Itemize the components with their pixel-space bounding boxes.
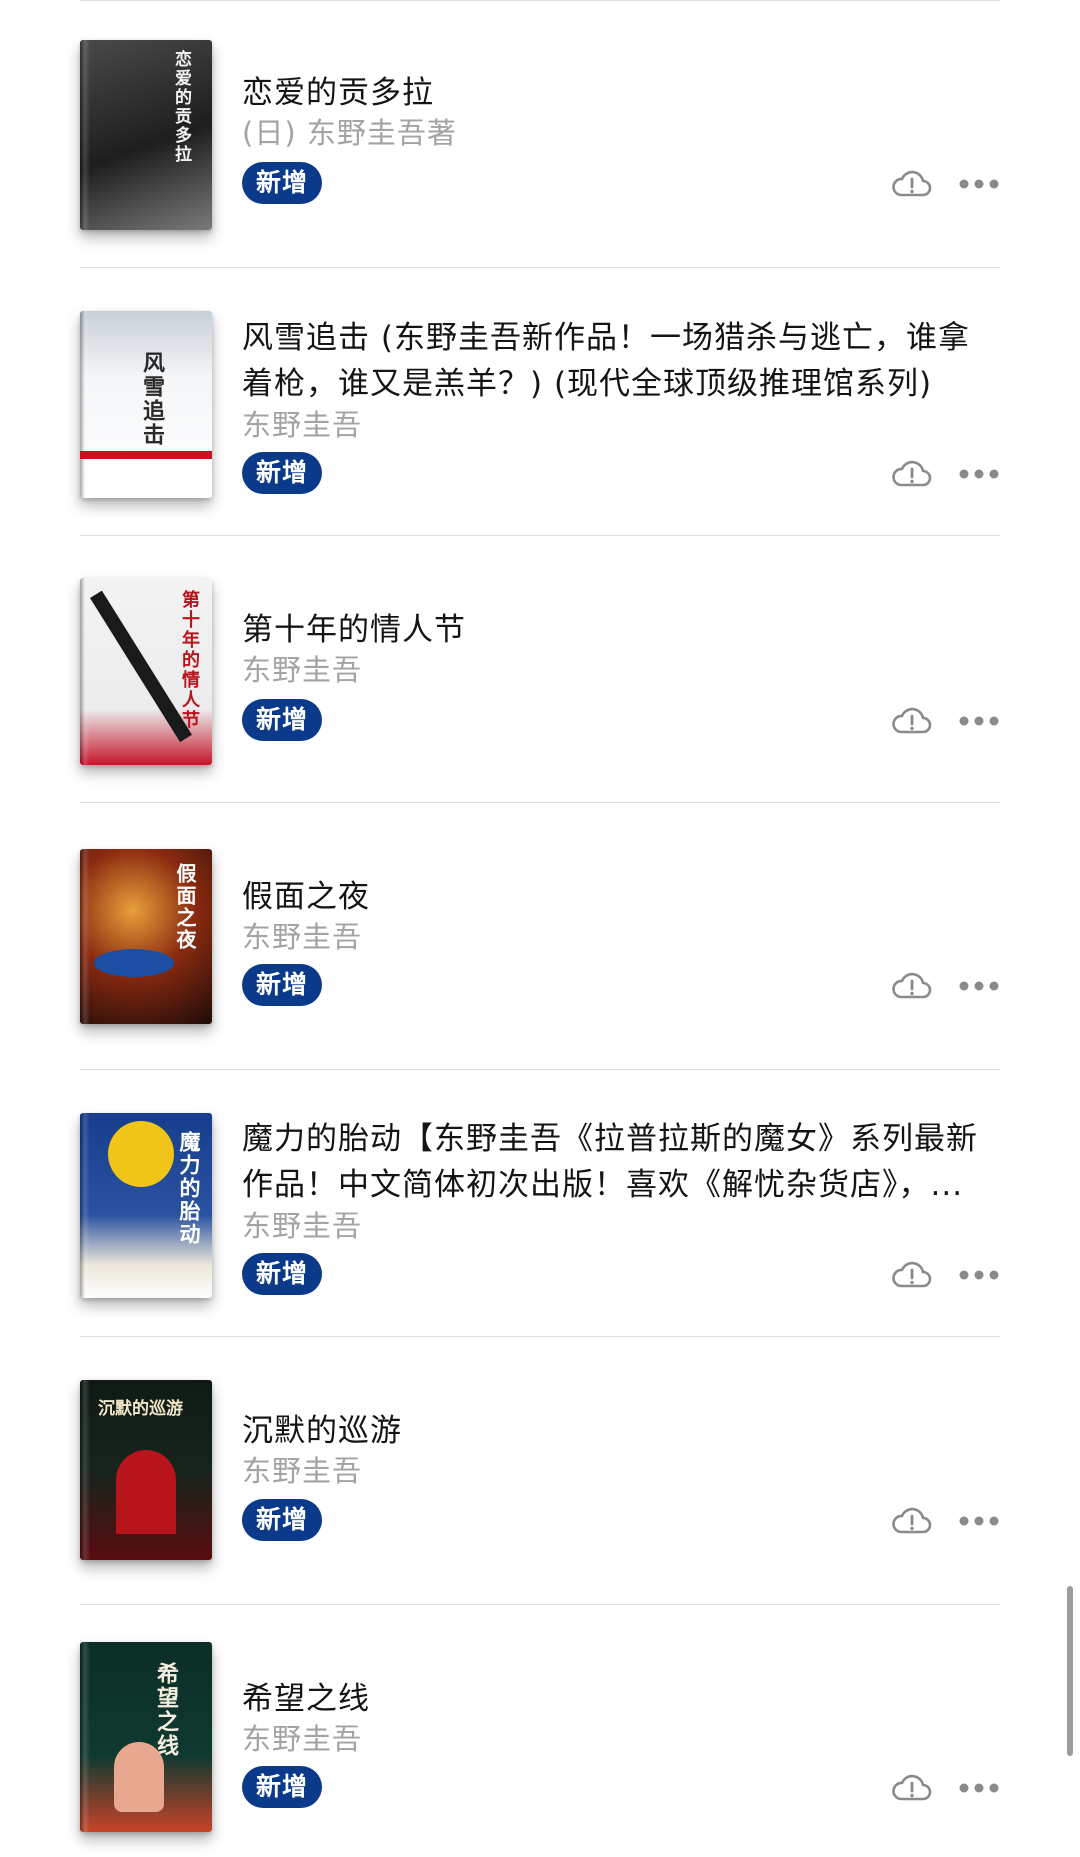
more-icon[interactable] xyxy=(958,466,1000,482)
cloud-alert-icon[interactable] xyxy=(890,1505,934,1537)
book-title: 魔力的胎动【东野圭吾《拉普拉斯的魔女》系列最新作品！中文简体初次出版！喜欢《解忧… xyxy=(242,1121,978,1203)
cover-spine xyxy=(80,849,90,1024)
more-icon[interactable] xyxy=(958,978,1000,994)
divider xyxy=(80,267,1000,268)
divider xyxy=(80,1336,1000,1337)
cover-spine xyxy=(80,578,90,765)
list-item[interactable]: 恋爱的贡多拉 恋爱的贡多拉 (日) 东野圭吾著 新增 xyxy=(80,0,1000,267)
book-title: 希望之线 xyxy=(242,1681,370,1717)
cover-spine xyxy=(80,1642,90,1832)
cover-title: 沉默的巡游 xyxy=(98,1399,183,1419)
new-badge: 新增 xyxy=(242,1766,323,1808)
book-title: 风雪追击 (东野圭吾新作品！一场猎杀与逃亡，谁拿着枪，谁又是羔羊？) (现代全球… xyxy=(242,320,970,402)
book-author: 东野圭吾 xyxy=(242,1722,363,1756)
list-item[interactable]: 魔力的胎动 魔力的胎动【东野圭吾《拉普拉斯的魔女》系列最新作品！中文简体初次出版… xyxy=(80,1069,1000,1336)
book-cover[interactable]: 第十年的情人节 xyxy=(80,578,212,765)
more-icon[interactable] xyxy=(958,1780,1000,1796)
new-badge: 新增 xyxy=(242,1253,323,1295)
list-item[interactable]: 风雪追击 风雪追击 (东野圭吾新作品！一场猎杀与逃亡，谁拿着枪，谁又是羔羊？) … xyxy=(80,267,1000,535)
book-author: (日) 东野圭吾著 xyxy=(242,116,457,150)
list-item[interactable]: 第十年的情人节 第十年的情人节 东野圭吾 新增 xyxy=(80,535,1000,802)
cloud-alert-icon[interactable] xyxy=(890,168,934,200)
more-icon[interactable] xyxy=(958,1513,1000,1529)
new-badge: 新增 xyxy=(242,964,323,1006)
cover-mask xyxy=(94,949,174,977)
book-author: 东野圭吾 xyxy=(242,653,363,687)
list-item[interactable]: 沉默的巡游 沉默的巡游 东野圭吾 新增 xyxy=(80,1336,1000,1604)
cloud-alert-icon[interactable] xyxy=(890,1772,934,1804)
scrollbar[interactable] xyxy=(1067,1586,1073,1756)
cloud-alert-icon[interactable] xyxy=(890,970,934,1002)
cover-title: 风雪追击 xyxy=(139,351,165,447)
book-cover[interactable]: 风雪追击 xyxy=(80,311,212,498)
list-item[interactable]: 假面之夜 假面之夜 东野圭吾 新增 xyxy=(80,802,1000,1069)
book-title: 假面之夜 xyxy=(242,879,370,915)
cover-spine xyxy=(80,311,90,498)
cover-spine xyxy=(80,1113,90,1298)
cover-title: 恋爱的贡多拉 xyxy=(171,50,191,164)
more-icon[interactable] xyxy=(958,713,1000,729)
cloud-alert-icon[interactable] xyxy=(890,1259,934,1291)
cloud-alert-icon[interactable] xyxy=(890,705,934,737)
book-title: 恋爱的贡多拉 xyxy=(242,75,434,111)
divider xyxy=(80,1069,1000,1070)
divider xyxy=(80,535,1000,536)
cover-title: 假面之夜 xyxy=(173,863,197,951)
book-author: 东野圭吾 xyxy=(242,1454,363,1488)
more-icon[interactable] xyxy=(958,1267,1000,1283)
cover-stripe xyxy=(80,451,212,459)
cover-building xyxy=(116,1450,176,1534)
cover-figure xyxy=(114,1742,164,1812)
book-cover[interactable]: 希望之线 xyxy=(80,1642,212,1832)
cover-title: 魔力的胎动 xyxy=(177,1131,202,1246)
book-author: 东野圭吾 xyxy=(242,1209,363,1243)
divider xyxy=(80,0,1000,1)
divider xyxy=(80,802,1000,803)
book-list: 恋爱的贡多拉 恋爱的贡多拉 (日) 东野圭吾著 新增 风雪追击 风雪追击 (东野… xyxy=(0,0,1080,1857)
cover-title: 希望之线 xyxy=(153,1662,179,1758)
cover-spine xyxy=(80,40,90,230)
divider xyxy=(80,1604,1000,1605)
book-title: 第十年的情人节 xyxy=(242,612,466,648)
cover-spine xyxy=(80,1380,90,1560)
more-icon[interactable] xyxy=(958,176,1000,192)
cover-title: 第十年的情人节 xyxy=(179,590,200,730)
new-badge: 新增 xyxy=(242,699,323,741)
book-cover[interactable]: 魔力的胎动 xyxy=(80,1113,212,1298)
book-cover[interactable]: 假面之夜 xyxy=(80,849,212,1024)
list-item[interactable]: 希望之线 希望之线 东野圭吾 新增 xyxy=(80,1604,1000,1857)
cloud-alert-icon[interactable] xyxy=(890,458,934,490)
book-cover[interactable]: 沉默的巡游 xyxy=(80,1380,212,1560)
new-badge: 新增 xyxy=(242,452,323,494)
book-cover[interactable]: 恋爱的贡多拉 xyxy=(80,40,212,230)
book-title: 沉默的巡游 xyxy=(242,1413,402,1449)
new-badge: 新增 xyxy=(242,1499,323,1541)
book-author: 东野圭吾 xyxy=(242,920,363,954)
new-badge: 新增 xyxy=(242,162,323,204)
book-author: 东野圭吾 xyxy=(242,408,363,442)
cover-figure xyxy=(108,1121,174,1187)
